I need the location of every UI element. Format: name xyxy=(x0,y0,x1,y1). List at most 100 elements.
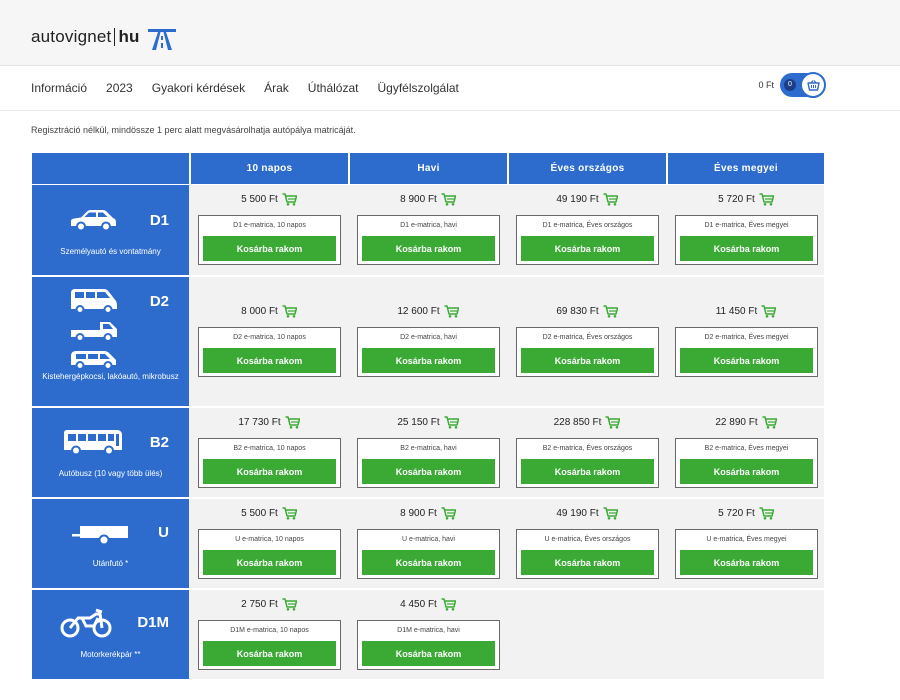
add-to-cart-button[interactable]: Kosárba rakom xyxy=(521,550,654,575)
add-to-cart-button[interactable]: Kosárba rakom xyxy=(362,641,495,666)
vehicle-category-d2: D2 Kistehergépkocsi, lakóautó, mikrobusz xyxy=(32,277,189,406)
price-line: 5 500 Ft xyxy=(190,193,348,206)
cart-icon[interactable] xyxy=(759,193,774,206)
nav-item-informacio[interactable]: Információ xyxy=(31,81,87,95)
price-cell: 5 720 Ft U e-matrica, Éves megyei Kosárba … xyxy=(667,499,825,588)
table-header-havi: Havi xyxy=(350,153,507,184)
vehicle-description: Autóbusz (10 vagy több ülés) xyxy=(58,469,163,478)
add-to-cart-button[interactable]: Kosárba rakom xyxy=(521,459,654,484)
product-label: D1 e-matrica, Éves országos xyxy=(542,222,633,229)
cart-icon[interactable] xyxy=(282,193,297,206)
price-cell: 8 900 Ft U e-matrica, havi Kosárba rakom xyxy=(349,499,507,588)
cart-count: 0 xyxy=(784,79,796,91)
product-box: D2 e-matrica, havi Kosárba rakom xyxy=(357,327,500,377)
cart-icon[interactable] xyxy=(441,598,456,611)
product-box: B2 e-matrica, Éves országos Kosárba rakom xyxy=(516,438,659,488)
basket-icon xyxy=(800,72,826,98)
cart-icon[interactable] xyxy=(762,416,777,429)
cart-icon[interactable] xyxy=(605,416,621,429)
price-line: 22 890 Ft xyxy=(667,416,825,429)
price-cell: 12 600 Ft D2 e-matrica, havi Kosárba rakom xyxy=(349,277,507,406)
price-cell: 8 000 Ft D2 e-matrica, 10 napos Kosárba ra… xyxy=(190,277,348,406)
add-to-cart-button[interactable]: Kosárba rakom xyxy=(521,236,654,261)
add-to-cart-button[interactable]: Kosárba rakom xyxy=(680,236,813,261)
add-to-cart-button[interactable]: Kosárba rakom xyxy=(680,348,813,373)
cart-button[interactable]: 0 xyxy=(780,72,826,98)
cart-icon[interactable] xyxy=(444,305,459,318)
product-label: D1 e-matrica, 10 napos xyxy=(233,222,306,229)
cart-icon[interactable] xyxy=(761,305,777,318)
site-logo[interactable]: autovignet hu xyxy=(31,24,176,50)
add-to-cart-button[interactable]: Kosárba rakom xyxy=(680,459,813,484)
price-cell: 69 830 Ft D2 e-matrica, Éves országos Kosá… xyxy=(508,277,666,406)
cart-icon[interactable] xyxy=(603,507,618,520)
add-to-cart-button[interactable]: Kosárba rakom xyxy=(203,236,336,261)
product-box: U e-matrica, Éves megyei Kosárba rakom xyxy=(675,529,818,579)
logo-separator xyxy=(114,28,116,46)
price-line: 11 450 Ft xyxy=(667,305,825,318)
site-header: autovignet hu xyxy=(0,0,900,66)
cart-icon[interactable] xyxy=(282,507,297,520)
product-label: U e-matrica, Éves országos xyxy=(544,536,631,543)
add-to-cart-button[interactable]: Kosárba rakom xyxy=(362,459,495,484)
cart-icon[interactable] xyxy=(759,507,774,520)
product-label: U e-matrica, 10 napos xyxy=(235,536,304,543)
product-box: D1 e-matrica, Éves országos Kosárba rakom xyxy=(516,215,659,265)
add-to-cart-button[interactable]: Kosárba rakom xyxy=(362,348,495,373)
add-to-cart-button[interactable]: Kosárba rakom xyxy=(362,236,495,261)
vehicle-category-d1m: D1M Motorkerékpár ** xyxy=(32,590,189,679)
price-line: 69 830 Ft xyxy=(508,305,666,318)
price-line: 5 500 Ft xyxy=(190,507,348,520)
product-box: B2 e-matrica, 10 napos Kosárba rakom xyxy=(198,438,341,488)
nav-item-arak[interactable]: Árak xyxy=(264,81,289,95)
nav-item-2023[interactable]: 2023 xyxy=(106,81,133,95)
price-value: 12 600 Ft xyxy=(397,306,440,317)
price-line: 12 600 Ft xyxy=(349,305,507,318)
product-box: D1M e-matrica, havi Kosárba rakom xyxy=(357,620,500,670)
price-value: 49 190 Ft xyxy=(556,508,599,519)
product-label: U e-matrica, havi xyxy=(402,536,455,543)
table-header-eves-megyei: Éves megyei xyxy=(668,153,824,184)
price-cell: 49 190 Ft U e-matrica, Éves országos Kosár… xyxy=(508,499,666,588)
product-box: B2 e-matrica, Éves megyei Kosárba rakom xyxy=(675,438,818,488)
price-value: 5 720 Ft xyxy=(718,508,755,519)
cart-icon[interactable] xyxy=(603,305,618,318)
cart-icon[interactable] xyxy=(441,507,456,520)
price-line: 8 900 Ft xyxy=(349,193,507,206)
cart-widget[interactable]: 0 Ft 0 xyxy=(758,72,826,98)
add-to-cart-button[interactable]: Kosárba rakom xyxy=(203,459,336,484)
price-cell: 11 450 Ft D2 e-matrica, Éves megyei Kosárb… xyxy=(667,277,825,406)
add-to-cart-button[interactable]: Kosárba rakom xyxy=(203,641,336,666)
price-cell: 5 500 Ft U e-matrica, 10 napos Kosárba rak… xyxy=(190,499,348,588)
add-to-cart-button[interactable]: Kosárba rakom xyxy=(203,348,336,373)
cart-icon[interactable] xyxy=(282,598,297,611)
product-box: D2 e-matrica, Éves megyei Kosárba rakom xyxy=(675,327,818,377)
nav-item-ugyfelszolgalat[interactable]: Ügyfélszolgálat xyxy=(378,81,459,95)
vehicle-description: Utánfutó * xyxy=(92,559,129,568)
nav-item-uthalozat[interactable]: Úthálózat xyxy=(308,81,359,95)
price-cell: 228 850 Ft B2 e-matrica, Éves országos Kos… xyxy=(508,408,666,497)
cart-icon[interactable] xyxy=(444,416,459,429)
product-label: D2 e-matrica, Éves megyei xyxy=(704,334,789,341)
cart-icon[interactable] xyxy=(441,193,456,206)
add-to-cart-button[interactable]: Kosárba rakom xyxy=(362,550,495,575)
table-header-eves-orszagos: Éves országos xyxy=(509,153,666,184)
nav-item-gyik[interactable]: Gyakori kérdések xyxy=(152,81,245,95)
cart-icon[interactable] xyxy=(285,416,300,429)
product-box: D1 e-matrica, 10 napos Kosárba rakom xyxy=(198,215,341,265)
price-cell: 2 750 Ft D1M e-matrica, 10 napos Kosárba r… xyxy=(190,590,348,679)
price-line: 2 750 Ft xyxy=(190,598,348,611)
price-value: 5 500 Ft xyxy=(241,194,278,205)
price-cell: 5 500 Ft D1 e-matrica, 10 napos Kosárba ra… xyxy=(190,185,348,275)
add-to-cart-button[interactable]: Kosárba rakom xyxy=(203,550,336,575)
vehicle-category-b2: B2 Autóbusz (10 vagy több ülés) xyxy=(32,408,189,497)
cart-icon[interactable] xyxy=(603,193,618,206)
product-box: D1M e-matrica, 10 napos Kosárba rakom xyxy=(198,620,341,670)
price-line: 8 900 Ft xyxy=(349,507,507,520)
price-value: 8 900 Ft xyxy=(400,194,437,205)
price-cell: 25 150 Ft B2 e-matrica, havi Kosárba rakom xyxy=(349,408,507,497)
add-to-cart-button[interactable]: Kosárba rakom xyxy=(680,550,813,575)
cart-icon[interactable] xyxy=(282,305,297,318)
add-to-cart-button[interactable]: Kosárba rakom xyxy=(521,348,654,373)
price-line: 49 190 Ft xyxy=(508,193,666,206)
